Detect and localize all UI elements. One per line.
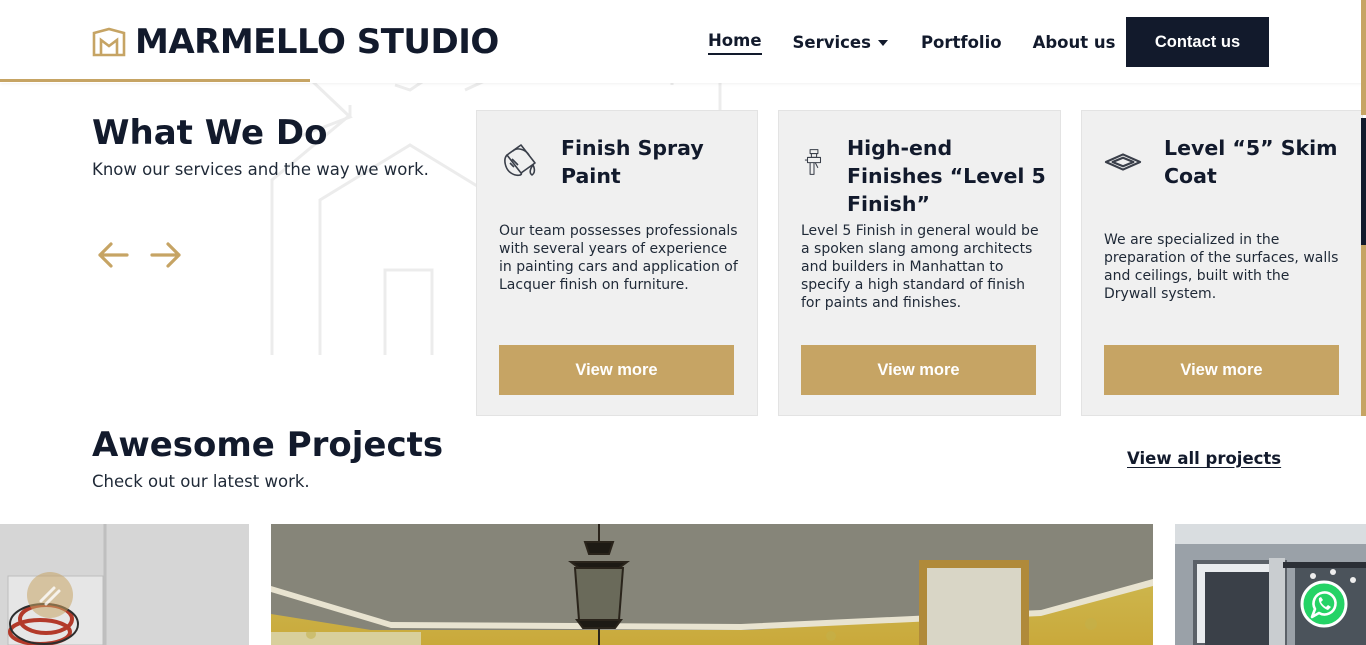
caret-down-icon xyxy=(877,39,888,46)
service-card-description: Level 5 Finish in general would be a spo… xyxy=(801,223,1039,311)
scroll-accent xyxy=(1361,245,1366,416)
service-card: Level “5” Skim Coat We are specialized i… xyxy=(1081,110,1363,416)
project-photo[interactable] xyxy=(271,524,1153,645)
header-accent-line xyxy=(0,79,310,82)
services-subheading: Know our services and the way we work. xyxy=(92,160,429,179)
main-nav: Home Services Portfolio About us xyxy=(708,30,1115,55)
service-card-title: Level “5” Skim Coat xyxy=(1164,136,1338,188)
site-header: MARMELLO STUDIO Home Services Portfolio … xyxy=(0,0,1366,83)
view-more-button[interactable]: View more xyxy=(1104,345,1339,395)
nav-services[interactable]: Services xyxy=(793,32,888,54)
arrow-left-icon[interactable] xyxy=(96,238,130,272)
service-card: High-end Finishes “Level 5 Finish” Level… xyxy=(778,110,1061,416)
whatsapp-icon[interactable] xyxy=(1300,580,1348,628)
nav-about[interactable]: About us xyxy=(1033,32,1116,54)
projects-subheading: Check out our latest work. xyxy=(92,472,310,491)
projects-heading: Awesome Projects xyxy=(92,425,444,465)
service-card-title: High-end Finishes “Level 5 Finish” xyxy=(847,136,1046,216)
view-more-button[interactable]: View more xyxy=(801,345,1036,395)
view-all-projects-link[interactable]: View all projects xyxy=(1127,448,1281,470)
service-card-description: We are specialized in the preparation of… xyxy=(1104,232,1339,302)
service-card-description: Our team possesses professionals with se… xyxy=(499,223,738,293)
paint-bucket-icon xyxy=(504,144,536,177)
services-heading: What We Do xyxy=(92,113,328,153)
logo-text: MARMELLO STUDIO xyxy=(135,22,499,62)
drywall-panel-icon xyxy=(1104,153,1142,171)
round-badge-icon[interactable] xyxy=(26,571,74,619)
project-photo-art xyxy=(271,524,1153,645)
nav-portfolio[interactable]: Portfolio xyxy=(921,32,1002,54)
arrow-right-icon[interactable] xyxy=(149,238,183,272)
service-card: Finish Spray Paint Our team possesses pr… xyxy=(476,110,758,416)
service-card-title: Finish Spray Paint xyxy=(561,136,704,188)
logo[interactable]: MARMELLO STUDIO xyxy=(92,22,499,62)
nav-home[interactable]: Home xyxy=(708,30,762,55)
scrollbar-thumb[interactable] xyxy=(1361,118,1366,245)
view-more-button[interactable]: View more xyxy=(499,345,734,395)
scroll-accent xyxy=(1361,0,1366,115)
logo-icon xyxy=(92,27,126,57)
nav-services-label: Services xyxy=(792,32,871,52)
contact-button[interactable]: Contact us xyxy=(1126,17,1269,67)
spray-gun-icon xyxy=(804,149,822,175)
